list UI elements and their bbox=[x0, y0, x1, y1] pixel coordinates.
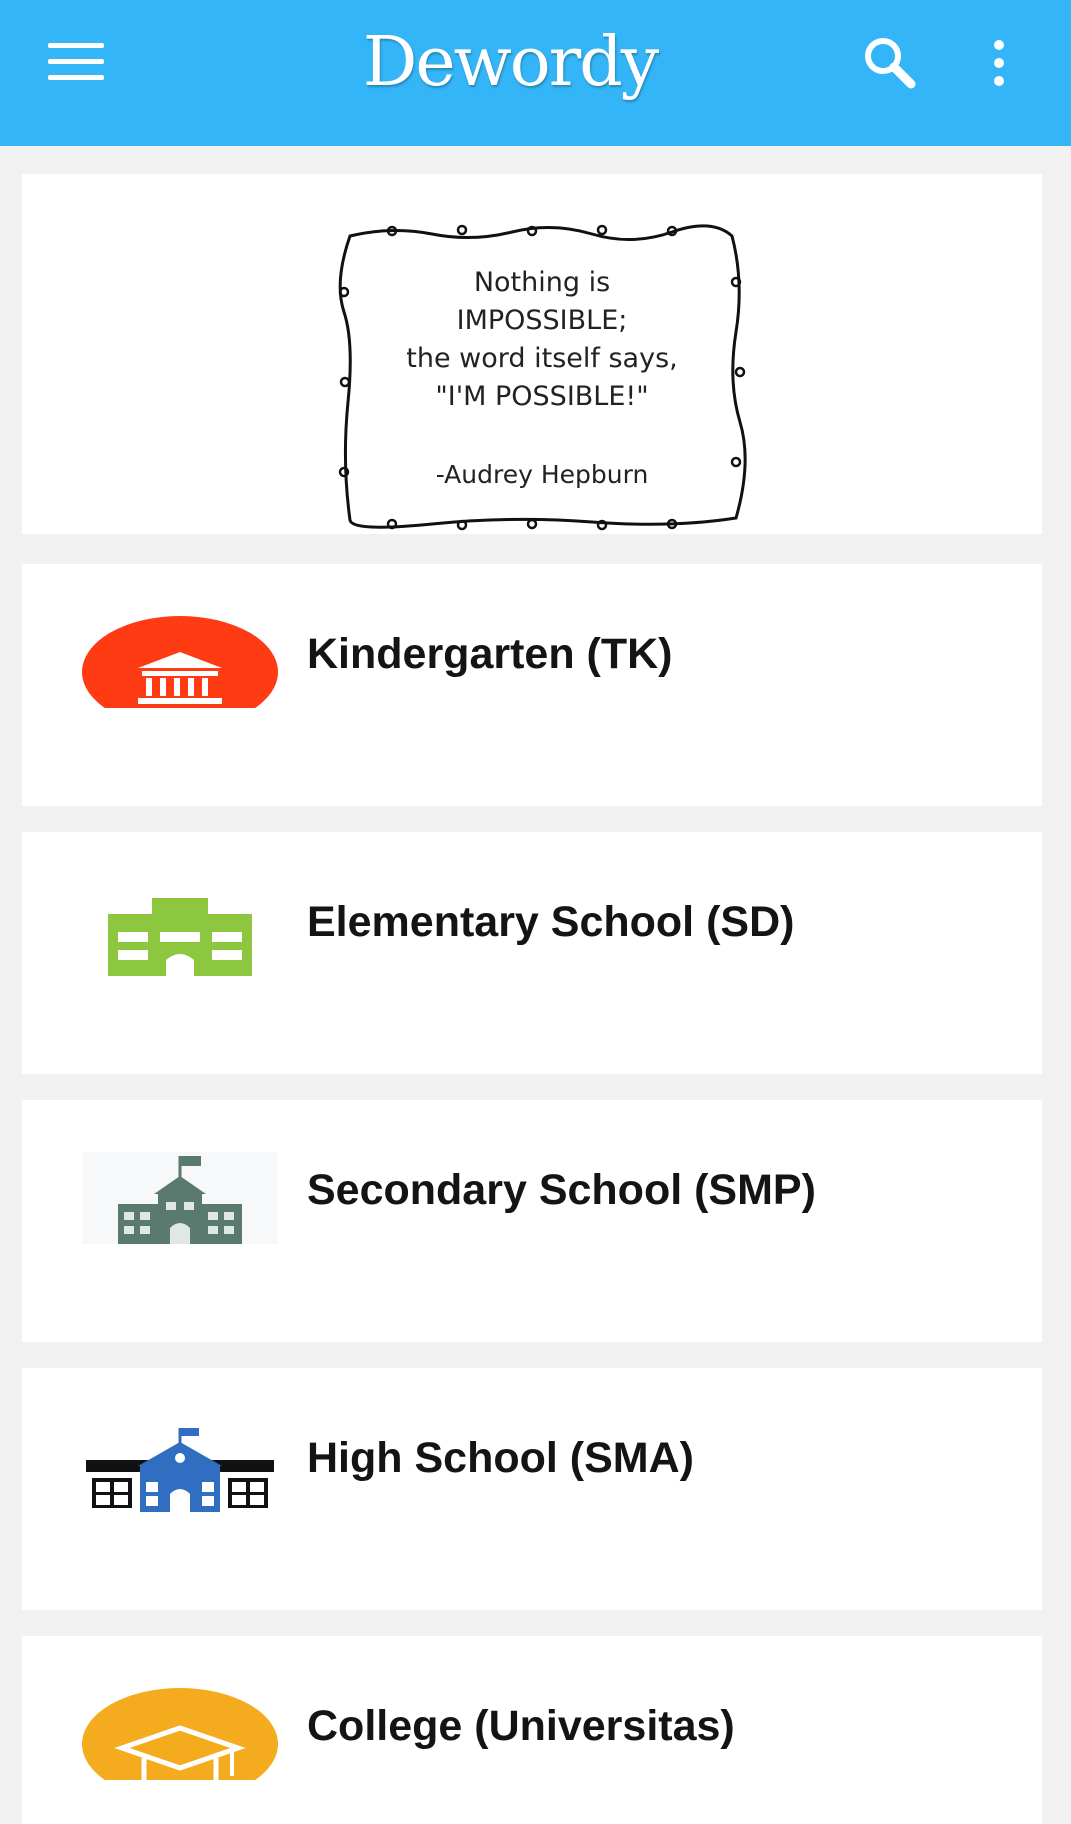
category-label: High School (SMA) bbox=[307, 1434, 694, 1482]
quote-image: Nothing is IMPOSSIBLE; the word itself s… bbox=[332, 222, 752, 532]
category-card-secondary[interactable]: Secondary School (SMP) bbox=[22, 1100, 1042, 1342]
category-label: College (Universitas) bbox=[307, 1702, 735, 1750]
school-building-icon bbox=[82, 884, 278, 976]
quote-text: Nothing is IMPOSSIBLE; the word itself s… bbox=[332, 264, 752, 416]
quote-banner: Nothing is IMPOSSIBLE; the word itself s… bbox=[22, 174, 1042, 534]
category-label: Secondary School (SMP) bbox=[307, 1166, 816, 1214]
quote-line: Nothing is bbox=[473, 267, 611, 298]
quote-line: IMPOSSIBLE; bbox=[456, 305, 628, 336]
menu-button[interactable] bbox=[40, 36, 112, 88]
search-button[interactable] bbox=[855, 28, 925, 98]
school-flag-building-icon bbox=[82, 1152, 278, 1244]
app-title: Dewordy bbox=[362, 23, 659, 102]
category-card-high-school[interactable]: High School (SMA) bbox=[22, 1368, 1042, 1610]
category-card-elementary[interactable]: Elementary School (SD) bbox=[22, 832, 1042, 1074]
category-label: Kindergarten (TK) bbox=[307, 630, 673, 678]
quote-line: the word itself says, bbox=[406, 343, 678, 374]
category-label: Elementary School (SD) bbox=[307, 898, 795, 946]
category-card-kindergarten[interactable]: Kindergarten (TK) bbox=[22, 564, 1042, 806]
search-icon bbox=[865, 38, 916, 89]
museum-building-icon bbox=[82, 616, 278, 708]
high-school-building-icon bbox=[82, 1420, 278, 1512]
app-bar: Dewordy bbox=[0, 0, 1071, 146]
graduation-cap-icon bbox=[82, 1688, 278, 1780]
quote-line: "I'M POSSIBLE!" bbox=[435, 381, 649, 412]
quote-author: -Audrey Hepburn bbox=[435, 460, 649, 489]
category-card-college[interactable]: College (Universitas) bbox=[22, 1636, 1042, 1824]
more-options-button[interactable] bbox=[975, 28, 1023, 98]
